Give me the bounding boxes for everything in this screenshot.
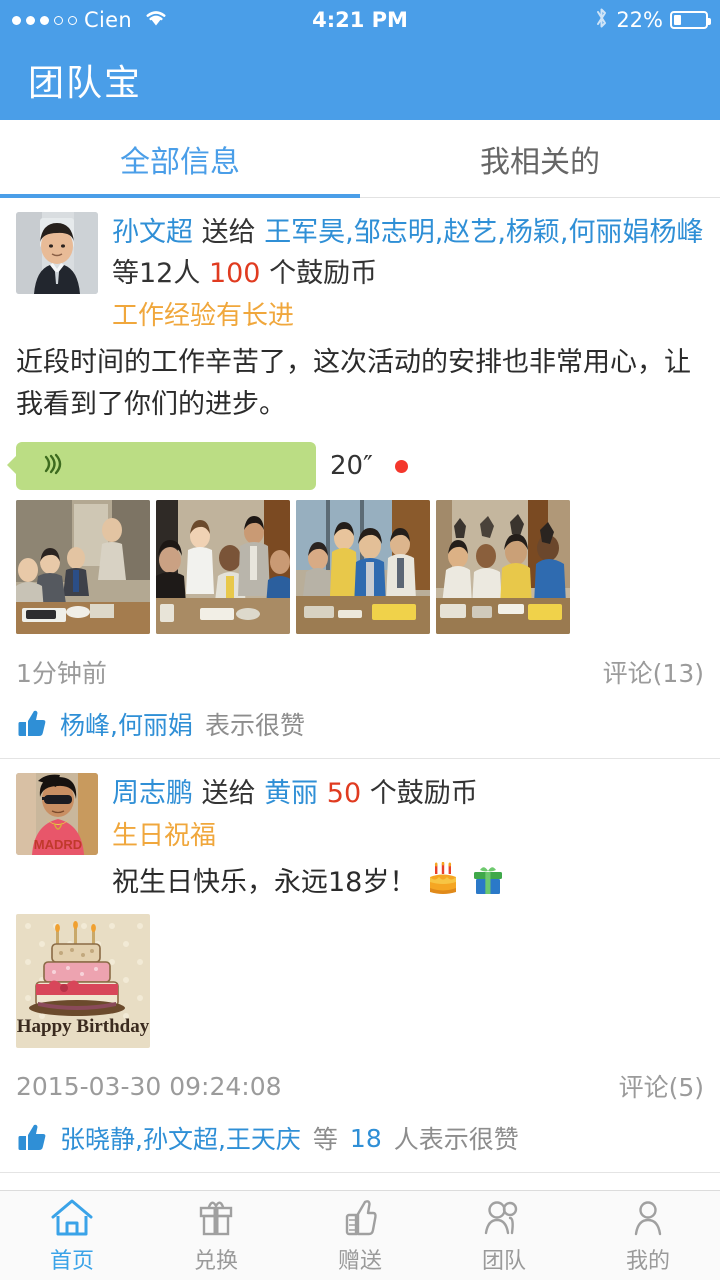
sender-name[interactable]: 周志鹏 xyxy=(112,778,193,809)
status-bar-right: 22% xyxy=(594,6,711,35)
likes-row[interactable]: 杨峰,何丽娟 表示很赞 xyxy=(16,700,704,758)
post-message-text: 祝生日快乐，永远18岁！ xyxy=(112,858,704,904)
battery-icon xyxy=(670,11,711,29)
status-bar: Cien 4:21 PM 22% xyxy=(0,0,720,40)
verb-label: 送给 xyxy=(201,217,256,248)
nav-item-team-label: 团队 xyxy=(481,1248,526,1274)
app-header: 团队宝 xyxy=(0,40,720,120)
post-message-text: 近段时间的工作辛苦了，这次活动的安排也非常用心，让我看到了你们的进步。 xyxy=(16,347,691,420)
svg-text:Happy Birthday: Happy Birthday xyxy=(17,1016,150,1037)
nav-item-exchange[interactable]: 兑换 xyxy=(144,1191,288,1280)
tab-bar: 全部信息 我相关的 xyxy=(0,120,720,198)
avatar-sender[interactable]: MADRD xyxy=(16,773,98,855)
coin-amount: 50 xyxy=(326,778,362,809)
post-subject: 工作经验有长进 xyxy=(112,301,295,331)
birthday-cake-emoji xyxy=(425,861,470,898)
coin-amount: 100 xyxy=(208,258,261,289)
gift-icon xyxy=(195,1197,237,1239)
like-count: 18 xyxy=(349,1123,382,1153)
verb-label: 送给 xyxy=(201,778,256,809)
post-headline: 孙文超 送给 王军昊,邹志明,赵艺,杨颖,何丽娟杨峰 等12人 100 个鼓励币 xyxy=(112,212,704,294)
receiver-names[interactable]: 黄丽 xyxy=(264,778,318,809)
post-subject: 生日祝福 xyxy=(112,821,217,851)
people-icon xyxy=(481,1197,527,1239)
post-headline: 周志鹏 送给 黄丽 50 个鼓励币 xyxy=(112,773,704,814)
bluetooth-icon xyxy=(594,6,609,35)
nav-item-give[interactable]: 赠送 xyxy=(288,1191,432,1280)
tab-my-related-label: 我相关的 xyxy=(480,144,600,180)
carrier-label: Cien xyxy=(84,8,132,32)
signal-strength-icon xyxy=(12,15,77,25)
like-suffix: 人表示很赞 xyxy=(393,1125,519,1154)
tab-my-related[interactable]: 我相关的 xyxy=(360,120,720,197)
like-names[interactable]: 杨峰,何丽娟 xyxy=(60,706,193,742)
feed-list: 孙文超 送给 王军昊,邹志明,赵艺,杨颖,何丽娟杨峰 等12人 100 个鼓励币… xyxy=(0,198,720,1265)
likes-row[interactable]: 张晓静,孙文超,王天庆 等 18 人表示很赞 xyxy=(16,1114,704,1172)
nav-item-give-label: 赠送 xyxy=(337,1248,382,1274)
home-icon xyxy=(49,1197,95,1239)
photo-gallery xyxy=(16,500,704,634)
wifi-icon xyxy=(143,8,169,32)
nav-item-mine[interactable]: 我的 xyxy=(576,1191,720,1280)
coin-unit: 个鼓励币 xyxy=(269,258,378,289)
thumbs-up-icon xyxy=(339,1197,381,1239)
photo-thumbnail[interactable] xyxy=(436,500,570,634)
sound-wave-icon xyxy=(38,449,68,483)
coin-unit: 个鼓励币 xyxy=(369,778,478,809)
battery-percent-label: 22% xyxy=(616,8,663,32)
person-icon xyxy=(627,1197,669,1239)
comments-count-button[interactable]: 评论(5) xyxy=(619,1068,704,1104)
bottom-navigation: 首页 兑换 赠送 团队 我的 xyxy=(0,1190,720,1280)
unread-dot-icon xyxy=(394,459,408,473)
photo-thumbnail[interactable] xyxy=(16,500,150,634)
post-timestamp: 2015-03-30 09:24:08 xyxy=(16,1071,282,1101)
like-names[interactable]: 张晓静,孙文超,王天庆 xyxy=(60,1120,301,1156)
others-count: 等12人 xyxy=(112,258,201,289)
sender-name[interactable]: 孙文超 xyxy=(112,217,193,248)
gift-box-emoji xyxy=(470,867,506,898)
post-meta: 2015-03-30 09:24:08 评论(5) xyxy=(16,1054,704,1114)
tab-all-messages[interactable]: 全部信息 xyxy=(0,120,360,198)
feed-post[interactable]: 孙文超 送给 王军昊,邹志明,赵艺,杨颖,何丽娟杨峰 等12人 100 个鼓励币… xyxy=(0,198,720,759)
comments-count-button[interactable]: 评论(13) xyxy=(603,654,704,690)
post-meta: 1分钟前 评论(13) xyxy=(16,640,704,700)
post-timestamp: 1分钟前 xyxy=(16,659,107,688)
like-mid-label: 等 xyxy=(312,1125,338,1154)
thumbs-up-icon xyxy=(16,708,48,740)
post-content: 周志鹏 送给 黄丽 50 个鼓励币 生日祝福 祝生日快乐，永远18岁！ xyxy=(112,773,704,904)
post-content: 孙文超 送给 王军昊,邹志明,赵艺,杨颖,何丽娟杨峰 等12人 100 个鼓励币… xyxy=(112,212,704,338)
voice-duration-label: 20″ xyxy=(330,451,373,481)
feed-post[interactable]: MADRD 周志鹏 送给 黄丽 50 个鼓励币 生日祝福 祝生日快乐，永远18岁… xyxy=(0,759,720,1173)
svg-text:MADRD: MADRD xyxy=(34,837,82,852)
photo-thumbnail[interactable] xyxy=(156,500,290,634)
nav-item-team[interactable]: 团队 xyxy=(432,1191,576,1280)
post-message-label: 祝生日快乐，永远18岁！ xyxy=(112,867,417,898)
avatar-sender[interactable] xyxy=(16,212,98,294)
thumbs-up-icon xyxy=(16,1122,48,1154)
post-header: 孙文超 送给 王军昊,邹志明,赵艺,杨颖,何丽娟杨峰 等12人 100 个鼓励币… xyxy=(16,212,704,338)
photo-thumbnail[interactable] xyxy=(296,500,430,634)
receiver-names[interactable]: 王军昊,邹志明,赵艺,杨颖,何丽娟杨峰 xyxy=(264,217,703,248)
nav-item-home[interactable]: 首页 xyxy=(0,1191,144,1280)
birthday-card-image[interactable]: Happy Birthday xyxy=(16,914,150,1048)
like-suffix: 表示很赞 xyxy=(204,711,305,740)
status-bar-left: Cien xyxy=(12,8,169,32)
nav-item-mine-label: 我的 xyxy=(625,1248,670,1274)
voice-message-bubble[interactable] xyxy=(7,442,316,490)
tab-all-messages-label: 全部信息 xyxy=(120,144,240,180)
voice-message-row: 20″ xyxy=(7,442,704,490)
nav-item-home-label: 首页 xyxy=(49,1248,94,1274)
nav-item-exchange-label: 兑换 xyxy=(193,1248,238,1274)
post-header: MADRD 周志鹏 送给 黄丽 50 个鼓励币 生日祝福 祝生日快乐，永远18岁… xyxy=(16,773,704,904)
page-title: 团队宝 xyxy=(28,63,143,104)
